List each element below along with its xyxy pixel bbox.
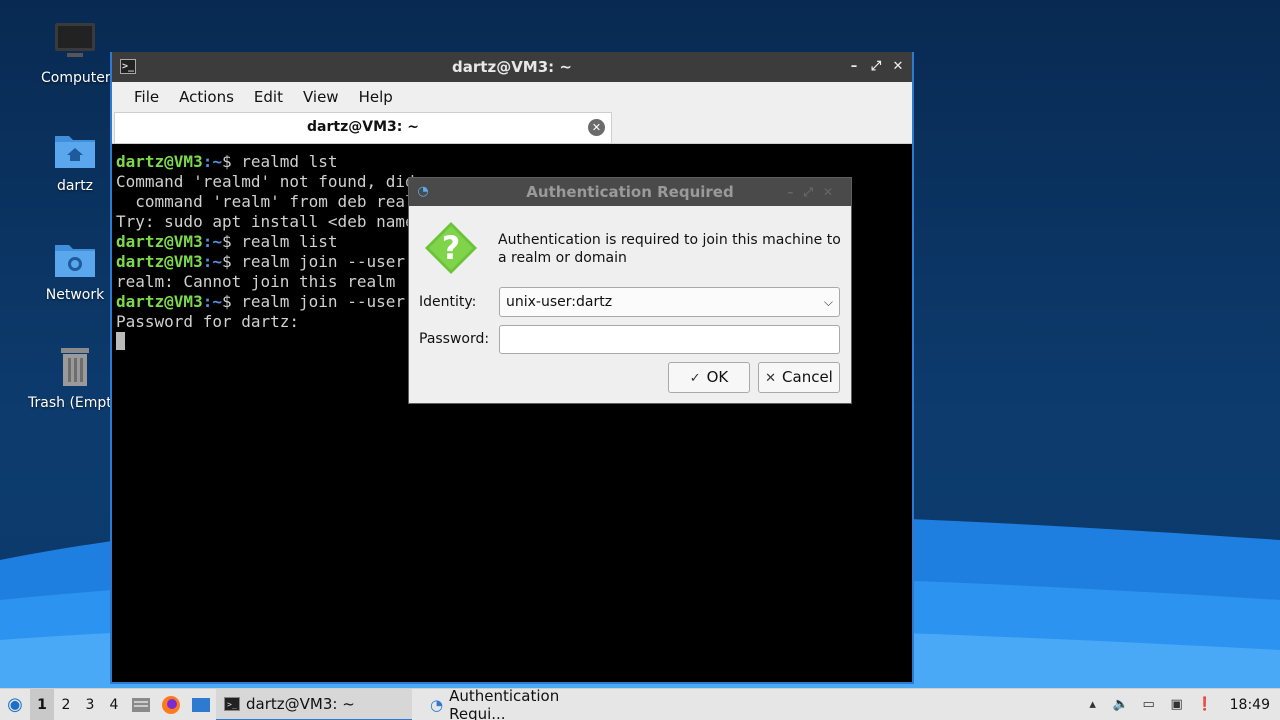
workspace-3[interactable]: 3 [78, 689, 102, 720]
identity-value: unix-user:dartz [506, 294, 613, 310]
task-label: dartz@VM3: ~ [246, 694, 355, 713]
password-input[interactable] [499, 325, 840, 354]
monitor-icon [53, 20, 97, 64]
auth-icon: ◔ [417, 184, 429, 199]
quicklaunch-files[interactable] [126, 689, 156, 720]
menu-file[interactable]: File [124, 88, 169, 106]
prompt-path: :~ [202, 232, 222, 251]
close-icon[interactable]: ✕ [890, 52, 906, 82]
check-icon: ✓ [689, 371, 701, 386]
prompt-user: dartz@VM3 [116, 252, 203, 271]
quicklaunch-firefox[interactable] [156, 689, 186, 720]
maximize-icon[interactable]: ⤢ [868, 52, 884, 82]
ok-button[interactable]: ✓ OK [668, 362, 750, 393]
menu-help[interactable]: Help [349, 88, 403, 106]
terminal-icon: >_ [224, 696, 240, 711]
taskbar: ◉ 1 2 3 4 >_ dartz@VM3: ~ ◔ Authenticati… [0, 686, 1280, 720]
command-text: $ realm list [221, 232, 338, 251]
terminal-tabbar: dartz@VM3: ~ ✕ [112, 112, 912, 144]
svg-text:>_: >_ [227, 700, 237, 709]
home-folder-icon [53, 128, 97, 172]
show-desktop-icon [192, 697, 210, 712]
identity-select[interactable]: unix-user:dartz ⌵ [499, 287, 840, 317]
command-text: $ realm join --user [221, 252, 405, 271]
dialog-window-controls: –⤢✕ [787, 185, 843, 199]
tab-label: dartz@VM3: ~ [307, 119, 419, 135]
task-auth[interactable]: ◔ Authentication Requi... [422, 686, 622, 720]
workspace-2[interactable]: 2 [54, 689, 78, 720]
prompt-path: :~ [202, 252, 222, 271]
prompt-path: :~ [202, 152, 222, 171]
identity-label: Identity: [419, 294, 477, 310]
terminal-tab[interactable]: dartz@VM3: ~ ✕ [114, 112, 612, 143]
lubuntu-logo-icon: ◉ [7, 694, 23, 715]
minimize-icon[interactable]: – [846, 52, 862, 82]
terminal-command-line: dartz@VM3:~$ realmd lst [116, 152, 910, 172]
task-terminal[interactable]: >_ dartz@VM3: ~ [216, 688, 412, 720]
cancel-button[interactable]: ✕ Cancel [758, 362, 840, 393]
notification-icon[interactable]: ❗ [1196, 696, 1214, 714]
prompt-user: dartz@VM3 [116, 152, 203, 171]
ok-label: OK [706, 368, 729, 386]
auth-message: Authentication is required to join this … [498, 232, 841, 266]
auth-dialog[interactable]: ◔ Authentication Required –⤢✕ ? Authenti… [408, 177, 852, 404]
workspace-1[interactable]: 1 [30, 688, 54, 720]
terminal-icon: >_ [120, 59, 136, 74]
svg-text:?: ? [442, 229, 461, 267]
question-icon: ? [425, 222, 477, 274]
cancel-x-icon: ✕ [765, 371, 777, 386]
start-menu-button[interactable]: ◉ [0, 689, 30, 720]
clock[interactable]: 18:49 [1230, 697, 1270, 713]
command-text: $ realmd lst [221, 152, 338, 171]
workspace-4[interactable]: 4 [102, 689, 126, 720]
task-label: Authentication Requi... [449, 686, 560, 720]
auth-icon: ◔ [430, 695, 444, 714]
volume-icon[interactable]: 🔈 [1112, 696, 1130, 714]
password-label: Password: [419, 331, 490, 347]
trash-icon [53, 345, 97, 389]
file-manager-icon [132, 697, 150, 712]
system-tray: ▴ 🔈 ▭ ▣ ❗ 18:49 [1084, 696, 1280, 714]
command-text: $ realm join --user [221, 292, 405, 311]
firefox-icon [162, 695, 180, 714]
menu-edit[interactable]: Edit [244, 88, 293, 106]
menu-actions[interactable]: Actions [169, 88, 244, 106]
menu-view[interactable]: View [293, 88, 349, 106]
prompt-user: dartz@VM3 [116, 232, 203, 251]
text-cursor [116, 332, 125, 350]
tray-up-arrow-icon[interactable]: ▴ [1084, 696, 1102, 714]
terminal-titlebar[interactable]: >_ dartz@VM3: ~ – ⤢ ✕ [112, 52, 912, 82]
network-tray-icon[interactable]: ▣ [1168, 696, 1186, 714]
quicklaunch-desktop[interactable] [186, 689, 216, 720]
auth-dialog-titlebar[interactable]: ◔ Authentication Required –⤢✕ [409, 178, 851, 206]
cancel-label: Cancel [782, 368, 833, 386]
chevron-down-icon: ⌵ [823, 295, 833, 309]
prompt-path: :~ [202, 292, 222, 311]
terminal-menubar: File Actions Edit View Help [112, 82, 912, 112]
terminal-title: dartz@VM3: ~ [452, 58, 572, 76]
network-folder-icon [53, 237, 97, 281]
prompt-user: dartz@VM3 [116, 292, 203, 311]
auth-dialog-title: Authentication Required [526, 183, 734, 201]
tab-close-icon[interactable]: ✕ [588, 119, 605, 136]
clipboard-icon[interactable]: ▭ [1140, 696, 1158, 714]
